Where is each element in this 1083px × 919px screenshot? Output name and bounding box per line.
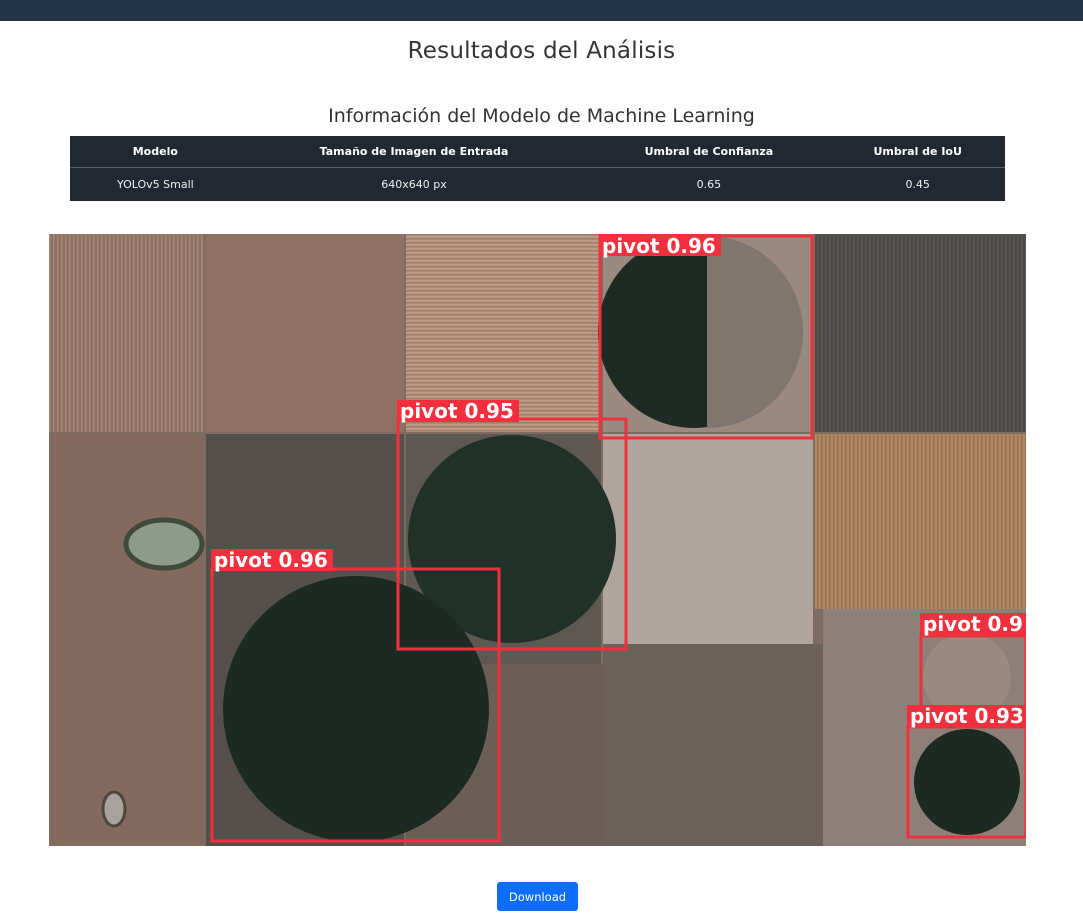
detection-label-5: pivot 0.93 (910, 704, 1024, 728)
detection-label-1: pivot 0.96 (602, 234, 716, 258)
model-info-table: Modelo Tamaño de Imagen de Entrada Umbra… (70, 136, 1005, 201)
table-row: YOLOv5 Small 640x640 px 0.65 0.45 (70, 168, 1005, 202)
cell-input-size: 640x640 px (381, 178, 447, 191)
cell-iou: 0.45 (905, 178, 930, 191)
satellite-image: pivot 0.96 pivot 0.95 pivot 0.96 pivot 0… (49, 234, 1026, 846)
header-iou: Umbral de IoU (830, 136, 1005, 168)
header-input-size: Tamaño de Imagen de Entrada (240, 136, 588, 168)
detection-label-3: pivot 0.96 (214, 548, 328, 572)
header-modelo: Modelo (70, 136, 241, 168)
model-section-title: Información del Modelo de Machine Learni… (328, 105, 755, 127)
top-navbar (0, 0, 1083, 21)
detection-result-image: pivot 0.96 pivot 0.95 pivot 0.96 pivot 0… (49, 234, 1026, 846)
cell-confidence: 0.65 (696, 178, 722, 191)
detection-label-2: pivot 0.95 (400, 399, 514, 423)
table-header-row: Modelo Tamaño de Imagen de Entrada Umbra… (70, 136, 1005, 168)
cell-model-name: YOLOv5 Small (116, 178, 194, 191)
download-button[interactable]: Download (497, 882, 578, 911)
detection-label-4: pivot 0.9 (923, 612, 1023, 636)
page-title: Resultados del Análisis (407, 38, 676, 64)
header-confidence: Umbral de Confianza (587, 136, 831, 168)
